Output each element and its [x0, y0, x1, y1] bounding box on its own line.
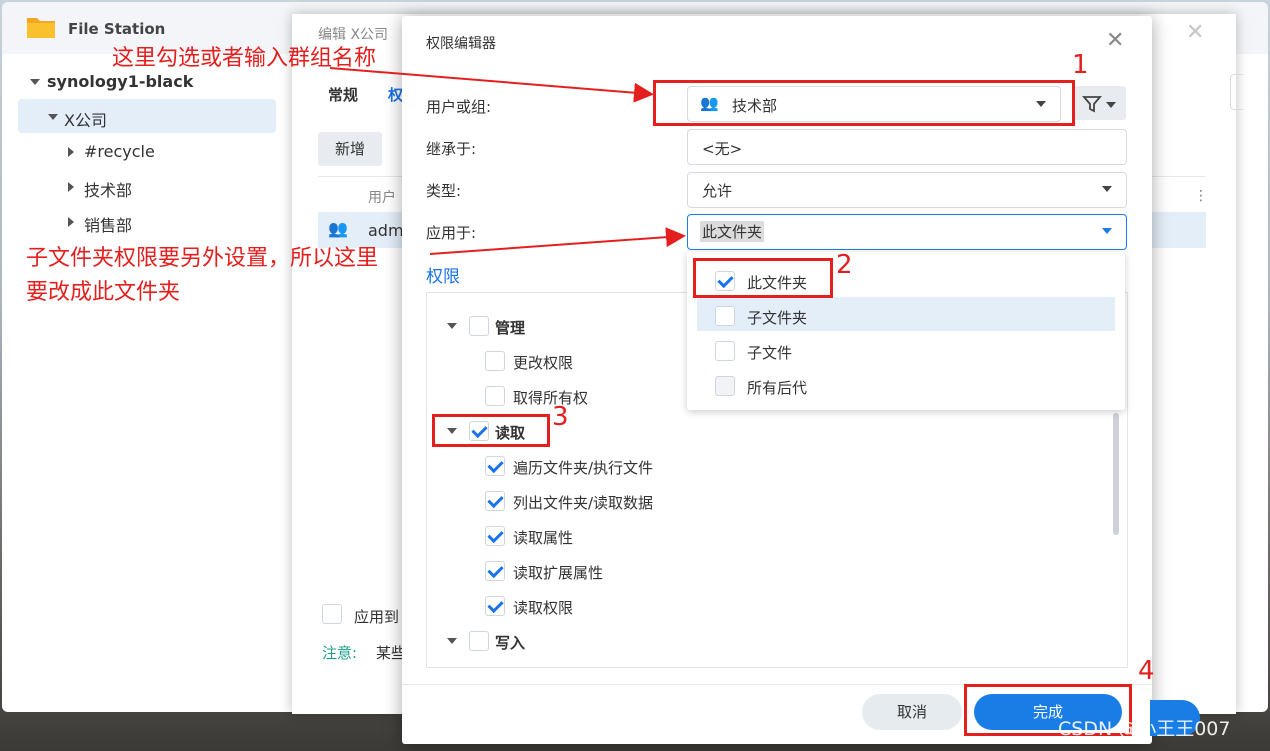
annotation-box-1: [653, 80, 1075, 126]
annotation-number-4: 4: [1138, 656, 1155, 686]
annotation-box-3: [432, 414, 550, 447]
annotation-arrows: [329, 67, 686, 255]
annotation-number-3: 3: [552, 402, 569, 432]
watermark: CSDN @小王王007: [1058, 718, 1231, 740]
annotation-number-2: 2: [836, 250, 853, 280]
annotation-box-2: [693, 258, 833, 298]
annotation-number-1: 1: [1072, 50, 1089, 80]
